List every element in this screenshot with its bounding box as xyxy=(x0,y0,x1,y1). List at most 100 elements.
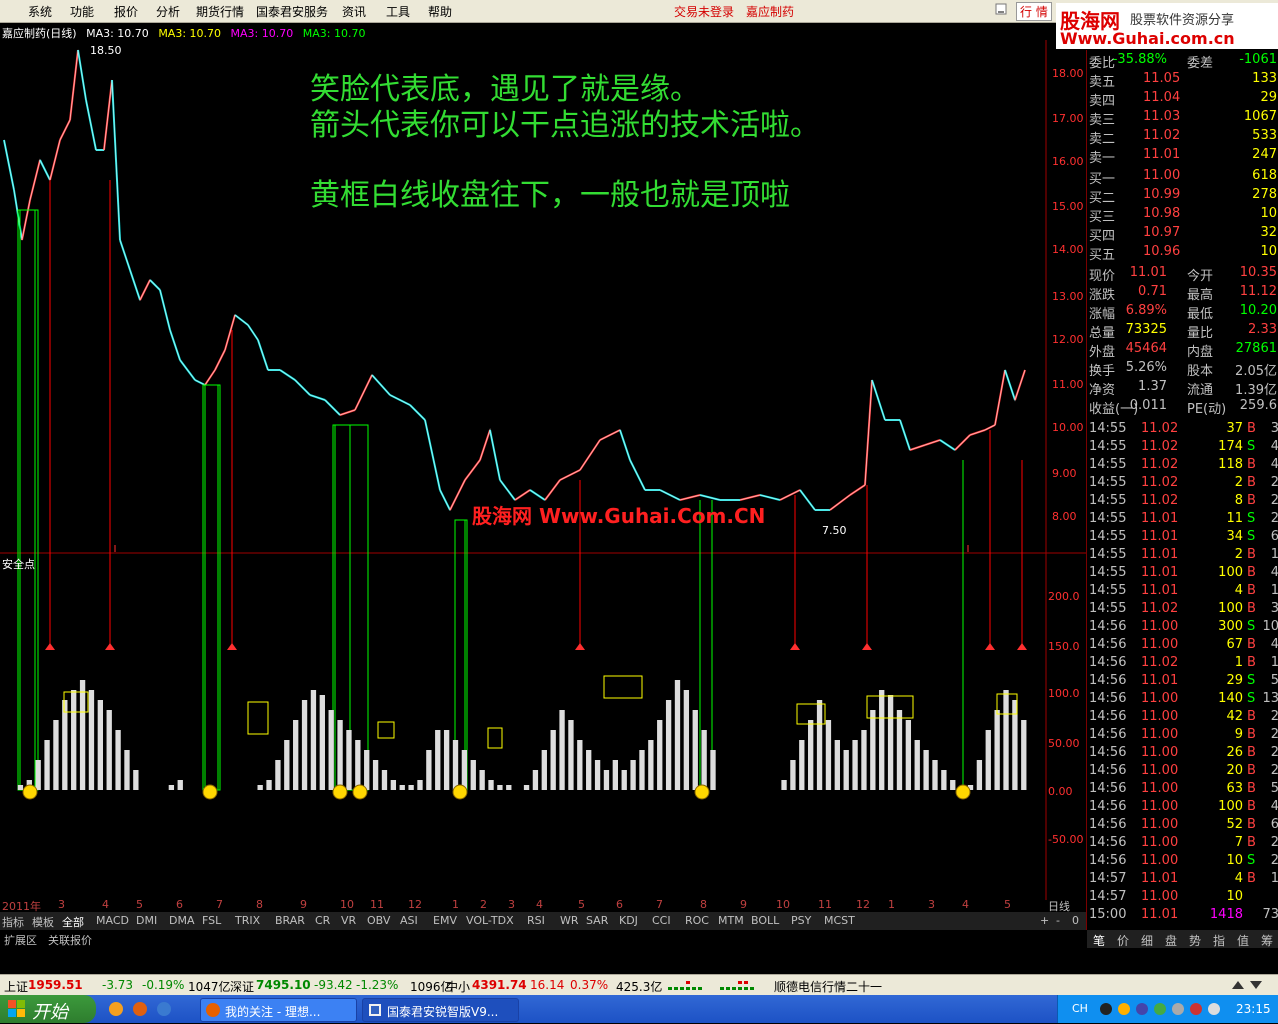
indicator-tab-dma[interactable]: DMA xyxy=(169,914,195,927)
indicator-tab-vr[interactable]: VR xyxy=(341,914,356,927)
tick-price: 11.00 xyxy=(1141,799,1179,814)
tick-count: 3 xyxy=(1270,421,1278,436)
sell-row[interactable]: 卖一 11.01 247 xyxy=(1087,147,1278,166)
indicator-tick: 150.0 xyxy=(1048,640,1080,653)
quote-tab-3[interactable]: 盘 xyxy=(1165,932,1177,949)
sz-label[interactable]: 深证 xyxy=(230,978,254,995)
tick-time: 14:56 xyxy=(1089,745,1127,760)
quote-tab-4[interactable]: 势 xyxy=(1189,932,1201,949)
menu-futures[interactable]: 期货行情 xyxy=(196,3,244,20)
indicator-tab-boll[interactable]: BOLL xyxy=(751,914,779,927)
indicator-tab-cr[interactable]: CR xyxy=(315,914,330,927)
input-lang[interactable]: CH xyxy=(1072,1002,1088,1015)
windows-logo-icon xyxy=(8,1000,25,1017)
indicator-bar xyxy=(133,770,139,790)
tick-side: B xyxy=(1247,745,1256,760)
zx-pct: 0.37% xyxy=(570,978,609,992)
tick-vol: 26 xyxy=(1226,745,1243,760)
trade-status[interactable]: 交易未登录 xyxy=(674,3,734,20)
task-my-watchlist[interactable]: 我的关注 - 理想... xyxy=(200,998,357,1022)
task-gtja[interactable]: 国泰君安锐智版V9... xyxy=(362,998,519,1022)
indicator-bar xyxy=(887,695,894,790)
menu-gtja-service[interactable]: 国泰君安服务 xyxy=(256,3,328,20)
firefox-icon xyxy=(206,1003,220,1017)
indicator-tab-obv[interactable]: OBV xyxy=(367,914,390,927)
smiley-icon xyxy=(352,784,368,800)
indicator-bar xyxy=(559,710,565,790)
indicator-tab-emv[interactable]: EMV xyxy=(433,914,457,927)
hq-toggle-button[interactable]: 行 情 xyxy=(1016,2,1052,21)
zx-label[interactable]: 中小 xyxy=(446,978,470,995)
indicator-tab-mcst[interactable]: MCST xyxy=(824,914,855,927)
menu-tools[interactable]: 工具 xyxy=(386,3,410,20)
tab-1[interactable]: 模板 xyxy=(32,914,54,930)
sell-row[interactable]: 卖五 11.05 133 xyxy=(1087,71,1278,90)
date-tick: 2 xyxy=(480,898,487,911)
quote-tab-1[interactable]: 价 xyxy=(1117,932,1129,949)
quote-tab-2[interactable]: 细 xyxy=(1141,932,1153,949)
buy-label: 买三 xyxy=(1089,210,1116,225)
quote-tab-5[interactable]: 指 xyxy=(1213,932,1225,949)
indicator-tab-sar[interactable]: SAR xyxy=(586,914,608,927)
menu-help[interactable]: 帮助 xyxy=(428,3,452,20)
start-button[interactable]: 开始 xyxy=(0,995,96,1023)
stat-row: 外盘 45464 内盘 27861 xyxy=(1087,341,1278,360)
zoom-button-1[interactable]: - xyxy=(1056,914,1060,927)
status-arrows-icon[interactable] xyxy=(1232,977,1276,993)
indicator-tab-wr[interactable]: WR xyxy=(560,914,579,927)
tray-icons[interactable] xyxy=(1098,1001,1228,1017)
tick-count: 2 xyxy=(1270,727,1278,742)
tick-price: 11.02 xyxy=(1141,601,1179,616)
zx-change: 16.14 xyxy=(530,978,565,992)
tick-side: S xyxy=(1247,529,1256,544)
indicator-tab-brar[interactable]: BRAR xyxy=(275,914,305,927)
sell-row[interactable]: 卖二 11.02 533 xyxy=(1087,128,1278,147)
quote-tab-0[interactable]: 笔 xyxy=(1093,932,1105,949)
indicator-tab-rsi[interactable]: RSI xyxy=(527,914,545,927)
sell-row[interactable]: 卖三 11.03 1067 xyxy=(1087,109,1278,128)
quote-tab-7[interactable]: 筹 xyxy=(1261,932,1273,949)
buy-row[interactable]: 买一 11.00 618 xyxy=(1087,168,1278,187)
menu-function[interactable]: 功能 xyxy=(70,3,94,20)
tick-count: 2 xyxy=(1270,475,1278,490)
indicator-tab-mtm[interactable]: MTM xyxy=(718,914,744,927)
tab-0[interactable]: 指标 xyxy=(2,914,24,930)
tab-2[interactable]: 全部 xyxy=(62,914,84,930)
tick-side: B xyxy=(1247,781,1256,796)
tab-related-quote[interactable]: 关联报价 xyxy=(48,932,92,948)
indicator-bar xyxy=(843,750,849,790)
menu-analysis[interactable]: 分析 xyxy=(156,3,180,20)
tab-extension[interactable]: 扩展区 xyxy=(4,932,37,948)
indicator-tab-macd[interactable]: MACD xyxy=(96,914,129,927)
date-tick: 12 xyxy=(408,898,422,911)
buy-row[interactable]: 买四 10.97 32 xyxy=(1087,225,1278,244)
indicator-tab-cci[interactable]: CCI xyxy=(652,914,671,927)
zoom-button-0[interactable]: + xyxy=(1040,914,1049,927)
sell-row[interactable]: 卖四 11.04 29 xyxy=(1087,90,1278,109)
indicator-bar xyxy=(896,710,903,790)
sell-label: 卖二 xyxy=(1089,132,1116,147)
sh-label[interactable]: 上证 xyxy=(4,978,28,995)
indicator-tab-roc[interactable]: ROC xyxy=(685,914,709,927)
quote-tab-6[interactable]: 值 xyxy=(1237,932,1249,949)
indicator-tab-dmi[interactable]: DMI xyxy=(136,914,157,927)
indicator-tab-asi[interactable]: ASI xyxy=(400,914,418,927)
tick-side: B xyxy=(1247,871,1256,886)
menu-quote[interactable]: 报价 xyxy=(114,3,138,20)
menu-system[interactable]: 系统 xyxy=(28,3,52,20)
quicklaunch-icons[interactable] xyxy=(108,1001,180,1017)
zoom-button-2[interactable]: 0 xyxy=(1072,914,1079,927)
buy-row[interactable]: 买五 10.96 10 xyxy=(1087,244,1278,263)
indicator-tab-psy[interactable]: PSY xyxy=(791,914,811,927)
indicator-tab-kdj[interactable]: KDJ xyxy=(619,914,638,927)
indicator-tab-trix[interactable]: TRIX xyxy=(235,914,260,927)
tick-vol: 8 xyxy=(1234,493,1243,508)
indicator-bar xyxy=(390,780,397,790)
buy-row[interactable]: 买三 10.98 10 xyxy=(1087,206,1278,225)
menu-news[interactable]: 资讯 xyxy=(342,3,366,20)
indicator-tab-fsl[interactable]: FSL xyxy=(202,914,221,927)
stock-title: 嘉应制药(日线) xyxy=(2,27,77,40)
window-buttons[interactable] xyxy=(994,2,1008,16)
buy-row[interactable]: 买二 10.99 278 xyxy=(1087,187,1278,206)
indicator-tab-vol-tdx[interactable]: VOL-TDX xyxy=(466,914,514,927)
